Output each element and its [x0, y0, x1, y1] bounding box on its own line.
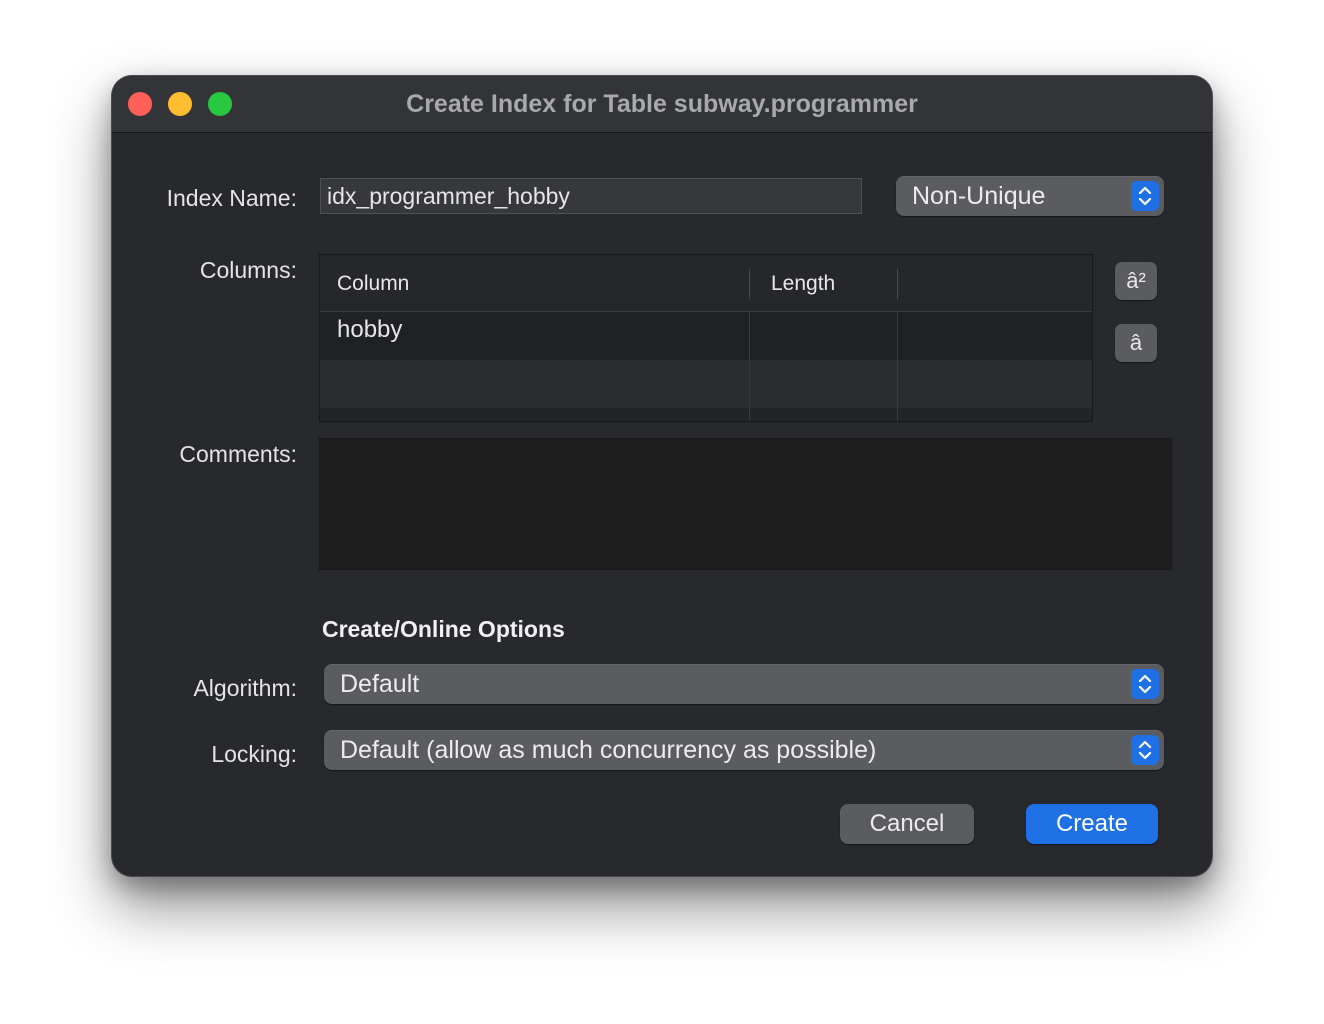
uniqueness-select[interactable]: Non-Unique: [896, 176, 1164, 216]
cancel-button[interactable]: Cancel: [840, 804, 974, 844]
minimize-icon[interactable]: [168, 92, 192, 116]
algorithm-label: Algorithm:: [193, 675, 297, 701]
columns-table[interactable]: Column Length hobby: [319, 254, 1093, 422]
window-title: Create Index for Table subway.programmer: [406, 90, 918, 118]
algorithm-value: Default: [340, 670, 420, 698]
close-icon[interactable]: [128, 92, 152, 116]
column-divider: [897, 312, 898, 421]
comments-label: Comments:: [179, 441, 297, 467]
locking-select[interactable]: Default (allow as much concurrency as po…: [324, 730, 1164, 770]
move-down-button[interactable]: â: [1115, 324, 1157, 362]
table-row[interactable]: hobby: [320, 312, 1092, 360]
column-divider: [749, 312, 750, 421]
columns-label: Columns:: [199, 257, 297, 283]
locking-value: Default (allow as much concurrency as po…: [340, 736, 877, 764]
chevron-up-down-icon: [1131, 669, 1159, 699]
columns-table-header: Column Length: [320, 255, 1092, 312]
table-row-empty[interactable]: [320, 360, 1092, 408]
chevron-up-down-icon: [1131, 735, 1159, 765]
options-section-title: Create/Online Options: [322, 616, 565, 642]
comments-textarea[interactable]: [319, 438, 1172, 570]
header-divider: [749, 269, 750, 299]
algorithm-select[interactable]: Default: [324, 664, 1164, 704]
header-length[interactable]: Length: [771, 255, 835, 311]
zoom-icon[interactable]: [208, 92, 232, 116]
header-divider: [897, 269, 898, 299]
create-index-dialog: Create Index for Table subway.programmer…: [112, 76, 1212, 876]
title-bar: Create Index for Table subway.programmer: [112, 76, 1212, 133]
uniqueness-value: Non-Unique: [912, 182, 1046, 210]
chevron-up-down-icon: [1131, 181, 1159, 211]
locking-label: Locking:: [211, 741, 297, 767]
header-column[interactable]: Column: [337, 255, 409, 311]
create-button[interactable]: Create: [1026, 804, 1158, 844]
index-name-input[interactable]: idx_programmer_hobby: [320, 178, 862, 214]
cell-column: hobby: [337, 316, 403, 343]
move-up-button[interactable]: â²: [1115, 262, 1157, 300]
index-name-label: Index Name:: [166, 185, 297, 211]
